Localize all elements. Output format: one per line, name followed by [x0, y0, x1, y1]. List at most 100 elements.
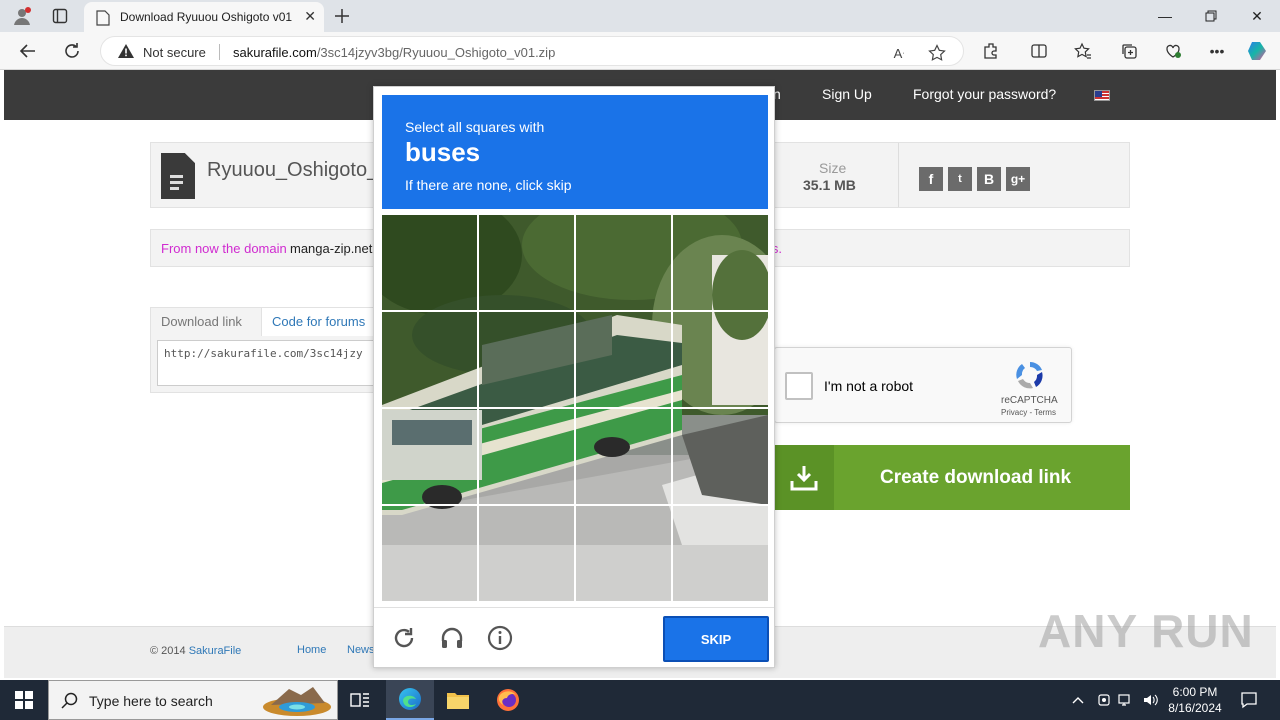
- captcha-tile[interactable]: [673, 312, 768, 407]
- header-link-signup[interactable]: Sign Up: [822, 86, 872, 102]
- captcha-footer: SKIP: [374, 607, 774, 667]
- edge-taskbar-icon[interactable]: [386, 680, 434, 720]
- url-field[interactable]: Not secure sakurafile.com/3sc14jzyv3bg/R…: [100, 36, 964, 66]
- skip-button[interactable]: SKIP: [663, 616, 769, 662]
- captcha-challenge: Select all squares with buses If there a…: [373, 86, 775, 668]
- google-plus-icon[interactable]: g+: [1006, 167, 1030, 191]
- url-path: /3sc14jzyv3bg/Ryuuou_Oshigoto_v01.zip: [316, 45, 556, 60]
- captcha-tile[interactable]: [576, 409, 671, 504]
- start-button[interactable]: [0, 680, 48, 720]
- create-button-label: Create download link: [880, 467, 1072, 488]
- info-icon[interactable]: [486, 624, 514, 652]
- captcha-skip-hint: If there are none, click skip: [405, 177, 572, 193]
- captcha-target: buses: [405, 137, 481, 167]
- url-host: sakurafile.com: [233, 45, 317, 60]
- page-icon: [96, 10, 110, 26]
- tab-code-for-forums[interactable]: Code for forums: [261, 308, 381, 336]
- download-link-box: Download link Code for forums http://sak…: [150, 307, 381, 393]
- system-clock[interactable]: 6:00 PM 8/16/2024: [1160, 684, 1230, 716]
- header-link-forgot-password[interactable]: Forgot your password?: [913, 86, 1056, 102]
- captcha-tile[interactable]: [673, 409, 768, 504]
- browser-tab-bar: Download Ryuuou Oshigoto v01 ✕ — ✕: [0, 0, 1280, 32]
- download-icon: [774, 445, 834, 510]
- security-tray-icon[interactable]: [1096, 692, 1112, 708]
- captcha-tile[interactable]: [382, 312, 477, 407]
- captcha-tile[interactable]: [382, 215, 477, 310]
- clock-time: 6:00 PM: [1172, 685, 1218, 699]
- warning-icon[interactable]: [117, 43, 135, 59]
- footer-brand-link[interactable]: SakuraFile: [189, 645, 242, 657]
- divider: [898, 143, 899, 207]
- captcha-tile[interactable]: [673, 215, 768, 310]
- captcha-tile[interactable]: [479, 312, 574, 407]
- captcha-tile[interactable]: [479, 215, 574, 310]
- captcha-tile[interactable]: [576, 215, 671, 310]
- tab-title: Download Ryuuou Oshigoto v01: [120, 10, 292, 24]
- captcha-tile[interactable]: [576, 312, 671, 407]
- file-explorer-icon[interactable]: [434, 680, 482, 720]
- copilot-icon[interactable]: [1246, 40, 1268, 62]
- minimize-icon[interactable]: —: [1142, 0, 1188, 32]
- recaptcha-widget: I'm not a robot reCAPTCHA Privacy - Term…: [774, 347, 1072, 423]
- firefox-icon[interactable]: [484, 680, 532, 720]
- tab-active[interactable]: Download Ryuuou Oshigoto v01 ✕: [84, 2, 324, 32]
- reload-icon[interactable]: [390, 624, 418, 652]
- captcha-instructions: Select all squares with buses If there a…: [382, 95, 768, 209]
- favorites-icon[interactable]: [1072, 40, 1094, 62]
- captcha-tile[interactable]: [382, 409, 477, 504]
- profile-icon[interactable]: [10, 4, 34, 28]
- volume-icon[interactable]: [1142, 692, 1158, 708]
- captcha-tile[interactable]: [673, 506, 768, 601]
- network-icon[interactable]: [1118, 692, 1134, 708]
- security-label[interactable]: Not secure: [143, 45, 206, 60]
- notice-domain: manga-zip.net: [290, 241, 373, 256]
- refresh-icon[interactable]: [58, 37, 86, 65]
- footer-link-news[interactable]: News: [347, 644, 375, 656]
- captcha-image-grid: [382, 215, 768, 601]
- recaptcha-checkbox[interactable]: [785, 372, 813, 400]
- search-icon: [61, 692, 78, 709]
- url-text[interactable]: sakurafile.com/3sc14jzyv3bg/Ryuuou_Oshig…: [233, 45, 555, 60]
- copyright: © 2014 SakuraFile: [150, 645, 241, 657]
- recaptcha-terms-link[interactable]: Privacy - Terms: [1001, 408, 1056, 417]
- create-download-link-button[interactable]: Create download link: [774, 445, 1130, 510]
- captcha-tile[interactable]: [382, 506, 477, 601]
- clock-date: 8/16/2024: [1168, 701, 1222, 715]
- tab-actions-icon[interactable]: [48, 4, 72, 28]
- task-view-icon[interactable]: [336, 680, 384, 720]
- back-icon[interactable]: [14, 37, 42, 65]
- us-flag-icon[interactable]: [1094, 90, 1110, 101]
- more-options-icon[interactable]: •••: [1206, 40, 1228, 62]
- captcha-tile[interactable]: [479, 506, 574, 601]
- footer-link-home[interactable]: Home: [297, 644, 326, 656]
- windows-logo-icon: [15, 691, 33, 709]
- address-bar: Not secure sakurafile.com/3sc14jzyv3bg/R…: [0, 32, 1280, 70]
- size-label: Size: [819, 160, 847, 176]
- notifications-icon[interactable]: [1240, 691, 1258, 709]
- close-window-icon[interactable]: ✕: [1234, 0, 1280, 32]
- tab-download-link[interactable]: Download link: [151, 308, 252, 336]
- restore-icon[interactable]: [1188, 0, 1234, 32]
- favorite-star-icon[interactable]: [927, 43, 947, 63]
- taskbar-search-box[interactable]: Type here to search: [48, 680, 338, 720]
- extensions-icon[interactable]: [980, 40, 1002, 62]
- download-link-field[interactable]: http://sakurafile.com/3sc14jzy: [157, 340, 377, 386]
- captcha-tile[interactable]: [576, 506, 671, 601]
- read-aloud-icon[interactable]: Aᐧ: [889, 43, 909, 63]
- facebook-icon[interactable]: f: [919, 167, 943, 191]
- vk-icon[interactable]: B: [977, 167, 1001, 191]
- show-hidden-icons-icon[interactable]: [1070, 692, 1086, 708]
- browser-essentials-icon[interactable]: [1162, 40, 1184, 62]
- split-screen-icon[interactable]: [1028, 40, 1050, 62]
- search-placeholder: Type here to search: [89, 693, 213, 709]
- tab-close-icon[interactable]: ✕: [304, 8, 316, 25]
- windows-taskbar: Type here to search 6:00 PM 8/16/2024: [0, 680, 1280, 720]
- divider: [219, 44, 220, 60]
- notice-text: From now the domain: [161, 241, 287, 256]
- collections-icon[interactable]: [1118, 40, 1140, 62]
- audio-challenge-icon[interactable]: [438, 624, 466, 652]
- recaptcha-label: I'm not a robot: [824, 378, 914, 394]
- new-tab-icon[interactable]: [330, 4, 354, 28]
- twitter-icon[interactable]: t: [948, 167, 972, 191]
- captcha-tile[interactable]: [479, 409, 574, 504]
